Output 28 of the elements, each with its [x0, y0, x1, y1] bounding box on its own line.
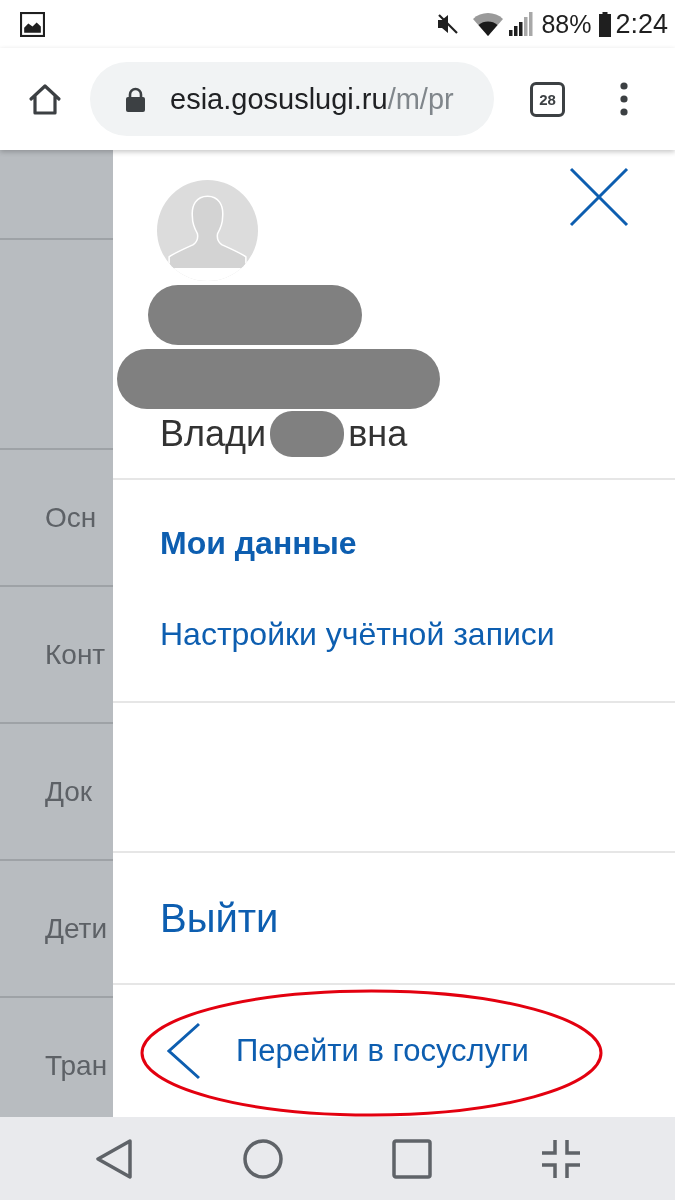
background-menu-item[interactable]: Тран: [45, 1049, 108, 1082]
back-icon[interactable]: [94, 1138, 134, 1179]
compress-icon[interactable]: [541, 1138, 581, 1179]
chevron-left-icon: [167, 1022, 201, 1080]
background-menu-item[interactable]: Дети: [45, 912, 108, 945]
url-field[interactable]: esia.gosuslugi.ru/m/pr: [90, 62, 494, 136]
home-icon[interactable]: [28, 82, 62, 116]
clock-time: 2:24: [615, 9, 668, 39]
wifi-icon: [473, 12, 504, 36]
signal-icon: [509, 12, 535, 36]
battery-icon: [599, 11, 612, 37]
menu-item[interactable]: Мои данные: [160, 520, 357, 566]
tab-count-button[interactable]: 28: [530, 81, 565, 117]
background-menu-item[interactable]: Док: [45, 775, 93, 808]
more-menu-icon[interactable]: [620, 82, 628, 116]
lock-icon: [125, 86, 146, 112]
battery-percent: 88%: [541, 9, 592, 39]
image-icon: [20, 11, 45, 37]
mute-icon: [436, 13, 459, 35]
home-circle-icon[interactable]: [243, 1138, 283, 1179]
background-menu-item[interactable]: Конт: [45, 638, 106, 671]
name-text: вна: [348, 412, 408, 456]
menu-item[interactable]: Настройки учётной записи: [160, 611, 555, 657]
close-icon[interactable]: [569, 167, 629, 227]
square-icon[interactable]: [392, 1138, 432, 1179]
background-menu-item[interactable]: Осн: [45, 501, 97, 534]
name-text: Влади: [160, 412, 267, 456]
logout-link[interactable]: Выйти: [160, 893, 279, 943]
